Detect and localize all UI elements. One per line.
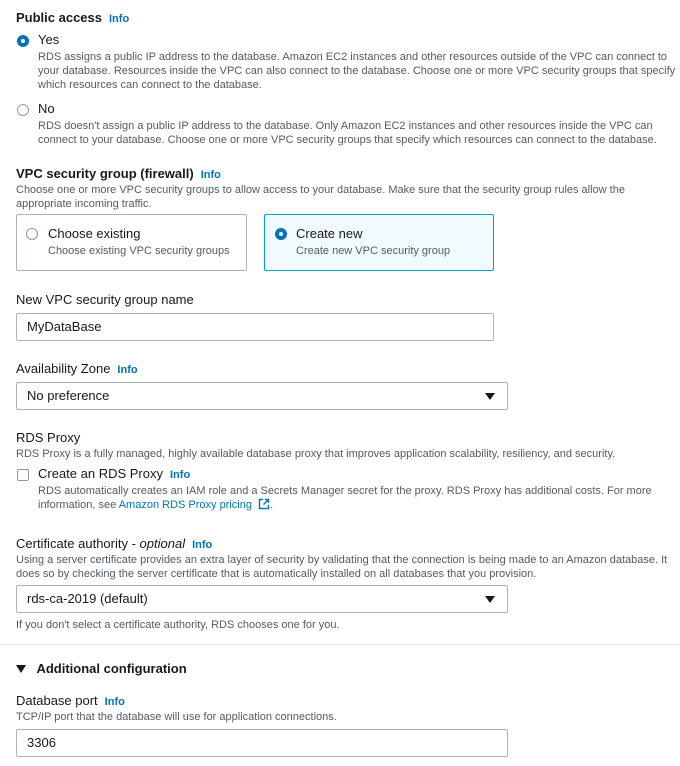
- database-port-description: TCP/IP port that the database will use f…: [16, 711, 337, 723]
- database-port-input[interactable]: 3306: [16, 729, 508, 757]
- certificate-authority-description: Using a server certificate provides an e…: [16, 554, 668, 580]
- public-access-info-link[interactable]: Info: [109, 13, 129, 25]
- rds-proxy-label: RDS Proxy: [16, 430, 81, 445]
- new-sg-name-label: New VPC security group name: [16, 292, 194, 307]
- availability-zone-select[interactable]: No preference: [16, 382, 508, 410]
- vpc-security-group-description: Choose one or more VPC security groups t…: [16, 184, 625, 210]
- choose-existing-card[interactable]: Choose existing Choose existing VPC secu…: [16, 214, 247, 271]
- rds-proxy-pricing-link[interactable]: Amazon RDS Proxy pricing: [119, 499, 252, 511]
- create-new-subtitle: Create new VPC security group: [296, 245, 451, 257]
- vpc-security-group-info-link[interactable]: Info: [201, 169, 221, 181]
- new-sg-name-input[interactable]: MyDataBase: [16, 313, 494, 341]
- availability-zone-label: Availability Zone Info: [16, 361, 138, 376]
- create-rds-proxy-description: RDS automatically creates an IAM role an…: [38, 485, 652, 511]
- database-port-info-link[interactable]: Info: [105, 696, 125, 708]
- vpc-security-group-label: VPC security group (firewall) Info: [16, 166, 221, 181]
- section-divider: [0, 644, 680, 645]
- certificate-authority-select[interactable]: rds-ca-2019 (default): [16, 585, 508, 613]
- public-access-yes-title: Yes: [38, 32, 60, 47]
- rds-proxy-description: RDS Proxy is a fully managed, highly ava…: [16, 448, 616, 460]
- public-access-no-title: No: [38, 101, 55, 116]
- certificate-authority-value: rds-ca-2019 (default): [27, 591, 148, 606]
- certificate-authority-hint: If you don't select a certificate author…: [16, 619, 340, 631]
- choose-existing-radio[interactable]: [26, 228, 38, 240]
- public-access-no-description: RDS doesn't assign a public IP address t…: [38, 120, 657, 146]
- additional-configuration-label: Additional configuration: [36, 661, 187, 676]
- create-rds-proxy-title: Create an RDS Proxy Info: [38, 466, 191, 481]
- create-new-title: Create new: [296, 226, 363, 241]
- additional-configuration-toggle[interactable]: Additional configuration: [16, 660, 187, 678]
- create-rds-proxy-info-link[interactable]: Info: [170, 469, 190, 481]
- public-access-yes-radio[interactable]: [17, 35, 29, 47]
- availability-zone-info-link[interactable]: Info: [117, 364, 137, 376]
- public-access-no-radio[interactable]: [17, 104, 29, 116]
- caret-down-icon: [485, 596, 495, 603]
- public-access-yes-description: RDS assigns a public IP address to the d…: [38, 51, 676, 91]
- availability-zone-value: No preference: [27, 388, 110, 403]
- database-port-label: Database port Info: [16, 693, 125, 708]
- create-new-card[interactable]: Create new Create new VPC security group: [264, 214, 494, 271]
- create-new-radio[interactable]: [275, 228, 287, 240]
- certificate-authority-label: Certificate authority - optional Info: [16, 536, 213, 551]
- external-link-icon[interactable]: [258, 498, 270, 510]
- choose-existing-subtitle: Choose existing VPC security groups: [48, 245, 230, 257]
- create-rds-proxy-checkbox[interactable]: [17, 469, 29, 481]
- caret-down-icon: [16, 665, 26, 673]
- caret-down-icon: [485, 393, 495, 400]
- certificate-authority-info-link[interactable]: Info: [192, 539, 212, 551]
- public-access-label: Public access Info: [16, 10, 130, 25]
- choose-existing-title: Choose existing: [48, 226, 141, 241]
